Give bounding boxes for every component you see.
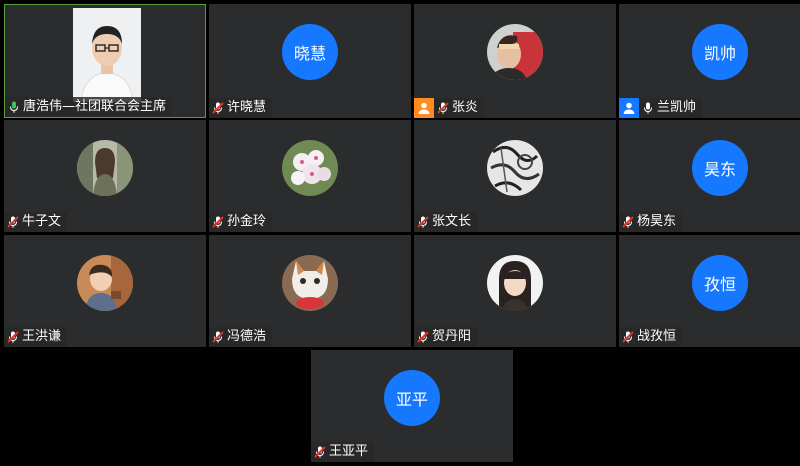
person-icon (623, 102, 635, 114)
nameplate: 张文长 (414, 212, 478, 232)
microphone-muted-icon (417, 216, 429, 228)
participant-tile[interactable]: 孙金玲 (209, 120, 411, 232)
participant-tile[interactable]: 冯德浩 (209, 235, 411, 347)
participant-name: 王洪谦 (22, 329, 62, 344)
participant-tile[interactable]: 昊东 杨昊东 (619, 120, 800, 232)
participant-tile[interactable]: 凯帅 兰凯帅 (619, 4, 800, 118)
participant-name: 张炎 (452, 100, 479, 115)
participant-video (73, 8, 141, 102)
microphone-icon (10, 101, 18, 113)
avatar: 亚平 (384, 370, 440, 426)
avatar (77, 140, 133, 196)
participant-name: 杨昊东 (637, 214, 677, 229)
microphone-muted-icon (622, 216, 634, 228)
participant-tile[interactable]: 贺丹阳 (414, 235, 616, 347)
participant-tile[interactable]: 张炎 (414, 4, 616, 118)
participant-name: 张文长 (432, 214, 472, 229)
microphone-muted-icon (212, 102, 224, 114)
avatar (282, 255, 338, 311)
nameplate: 许晓慧 (209, 98, 273, 118)
participant-name: 唐浩伟—社团联合会主席 (23, 99, 167, 114)
microphone-muted-icon (7, 216, 19, 228)
avatar (487, 140, 543, 196)
nameplate: 王洪谦 (4, 327, 68, 347)
nameplate: 唐浩伟—社团联合会主席 (5, 97, 173, 117)
participant-name: 许晓慧 (227, 100, 267, 115)
participant-tile[interactable]: 亚平 王亚平 (311, 350, 513, 462)
participant-tile[interactable]: 王洪谦 (4, 235, 206, 347)
avatar (282, 140, 338, 196)
nameplate: 孙金玲 (209, 212, 273, 232)
participant-tile[interactable]: 牛子文 (4, 120, 206, 232)
participant-name: 兰凯帅 (657, 100, 697, 115)
participant-tile[interactable]: 唐浩伟—社团联合会主席 (4, 4, 206, 118)
nameplate: 张炎 (414, 98, 485, 118)
participant-name: 孙金玲 (227, 214, 267, 229)
nameplate: 兰凯帅 (619, 98, 703, 118)
person-icon (418, 102, 430, 114)
host-badge (414, 98, 434, 118)
participant-name: 战孜恒 (637, 329, 677, 344)
avatar: 昊东 (692, 140, 748, 196)
microphone-muted-icon (212, 216, 224, 228)
microphone-muted-icon (437, 102, 449, 114)
microphone-muted-icon (622, 331, 634, 343)
avatar: 孜恒 (692, 255, 748, 311)
nameplate: 战孜恒 (619, 327, 683, 347)
avatar (77, 255, 133, 311)
cohost-badge (619, 98, 639, 118)
participant-name: 贺丹阳 (432, 329, 472, 344)
participant-tile[interactable]: 张文长 (414, 120, 616, 232)
microphone-muted-icon (212, 331, 224, 343)
avatar (487, 24, 543, 80)
nameplate: 杨昊东 (619, 212, 683, 232)
participant-tile[interactable]: 晓慧 许晓慧 (209, 4, 411, 118)
microphone-muted-icon (7, 331, 19, 343)
avatar (487, 255, 543, 311)
nameplate: 冯德浩 (209, 327, 273, 347)
microphone-icon (644, 102, 652, 114)
participant-name: 冯德浩 (227, 329, 267, 344)
participant-name: 王亚平 (329, 444, 369, 459)
microphone-muted-icon (314, 446, 326, 458)
nameplate: 贺丹阳 (414, 327, 478, 347)
nameplate: 牛子文 (4, 212, 68, 232)
avatar: 晓慧 (282, 24, 338, 80)
microphone-muted-icon (417, 331, 429, 343)
participant-tile[interactable]: 孜恒 战孜恒 (619, 235, 800, 347)
nameplate: 王亚平 (311, 442, 375, 462)
avatar: 凯帅 (692, 24, 748, 80)
participant-name: 牛子文 (22, 214, 62, 229)
